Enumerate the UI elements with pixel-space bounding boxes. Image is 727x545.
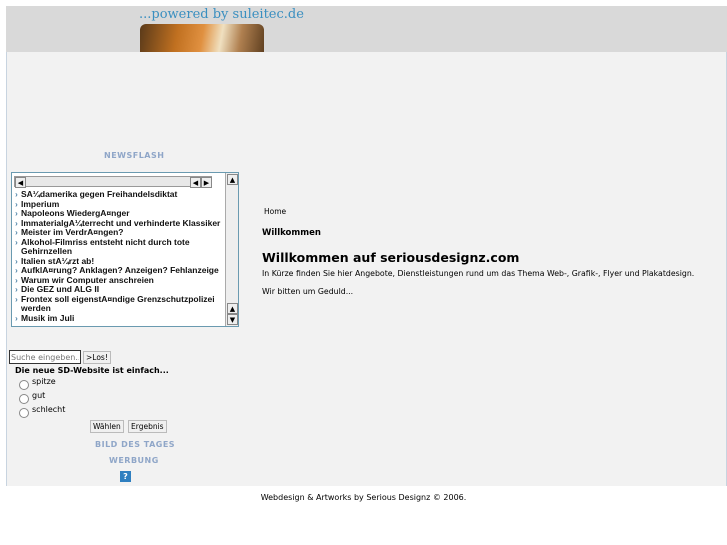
news-item[interactable]: Musik im Juli: [15, 313, 224, 324]
news-item[interactable]: Alkohol-Filmriss entsteht nicht durch to…: [15, 237, 224, 257]
option-label: schlecht: [32, 405, 66, 414]
newsflash-box: ◀ ◀ ▶ ▲ ▲ ▼ SA¼damerika gegen Freihandel…: [11, 172, 239, 327]
intro-text: In Kürze finden Sie hier Angebote, Diens…: [262, 269, 695, 278]
news-item[interactable]: Frontex soll eigenstA¤ndige Grenzschutzp…: [15, 294, 224, 314]
poll-question: Die neue SD-Website ist einfach...: [15, 366, 169, 375]
vote-button[interactable]: Wählen: [90, 420, 124, 433]
poll-option[interactable]: gut: [19, 391, 45, 404]
option-label: spitze: [32, 377, 56, 386]
logo-image: [140, 24, 264, 52]
scroll-left-icon[interactable]: ◀: [190, 177, 201, 188]
header: ...powered by suleitec.de: [6, 6, 727, 52]
news-list: SA¼damerika gegen Freihandelsdiktat Impe…: [15, 189, 224, 324]
scroll-up-icon[interactable]: ▲: [227, 174, 238, 185]
scroll-up-icon[interactable]: ▲: [227, 303, 238, 314]
radio-button[interactable]: [19, 408, 29, 418]
poll-option[interactable]: schlecht: [19, 405, 65, 418]
ad-placeholder-icon[interactable]: ?: [120, 471, 131, 482]
breadcrumb[interactable]: Home: [264, 207, 286, 216]
newsflash-title: NEWSFLASH: [104, 151, 165, 160]
search-input[interactable]: [9, 350, 81, 364]
radio-button[interactable]: [19, 380, 29, 390]
notice-text: Wir bitten um Geduld...: [262, 287, 354, 296]
radio-button[interactable]: [19, 394, 29, 404]
poll-option[interactable]: spitze: [19, 377, 56, 390]
page-title: Willkommen auf seriousdesignz.com: [262, 250, 520, 265]
footer: Webdesign & Artworks by Serious Designz …: [260, 493, 467, 502]
scroll-down-icon[interactable]: ▼: [227, 314, 238, 325]
option-label: gut: [32, 391, 46, 400]
werbung-title: WERBUNG: [109, 456, 159, 465]
scroll-left-icon[interactable]: ◀: [15, 177, 26, 188]
logo[interactable]: ...powered by suleitec.de: [139, 7, 304, 22]
section-title: Willkommen: [262, 228, 321, 238]
results-button[interactable]: Ergebnis: [128, 420, 167, 433]
horizontal-scrollbar[interactable]: [14, 176, 212, 187]
scroll-right-icon[interactable]: ▶: [201, 177, 212, 188]
bild-des-tages-title: BILD DES TAGES: [95, 440, 176, 449]
search-button[interactable]: >Los!: [83, 351, 111, 364]
